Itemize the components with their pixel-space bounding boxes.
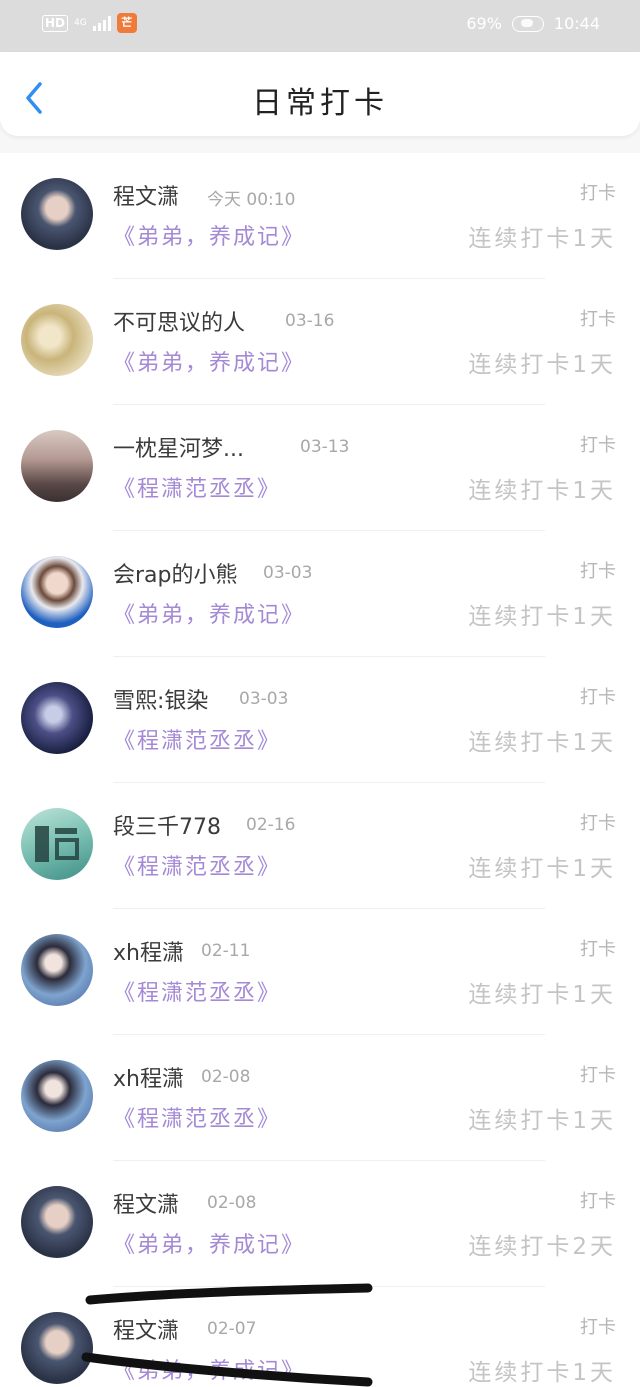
list-item[interactable]: 不可思议的人 03-16 《弟弟，养成记》 打卡 连续打卡1天 [0, 279, 640, 405]
user-name[interactable]: xh程潇 [113, 935, 184, 967]
streak-text: 连续打卡1天 [468, 856, 616, 882]
user-name[interactable]: 一枕星河梦... [113, 431, 244, 463]
clock: 10:44 [553, 14, 600, 33]
avatar[interactable] [21, 304, 93, 376]
user-name[interactable]: 不可思议的人 [113, 305, 245, 337]
hd-icon: HD [42, 14, 69, 32]
list-item[interactable]: 程文潇 今天 00:10 《弟弟，养成记》 打卡 连续打卡1天 [0, 153, 640, 279]
checkin-label: 打卡 [580, 1191, 616, 1212]
list-item[interactable]: 程文潇 02-08 《弟弟，养成记》 打卡 连续打卡2天 [0, 1161, 640, 1287]
streak-text: 连续打卡1天 [468, 478, 616, 504]
checkin-label: 打卡 [580, 435, 616, 456]
book-title[interactable]: 《程潇范丞丞》 [113, 975, 281, 1007]
post-time: 02-08 [207, 1193, 257, 1213]
checkin-list: 程文潇 今天 00:10 《弟弟，养成记》 打卡 连续打卡1天 不可思议的人 0… [0, 153, 640, 1387]
user-name[interactable]: 段三千778 [113, 809, 221, 841]
avatar[interactable] [21, 934, 93, 1006]
post-time: 02-11 [201, 941, 251, 961]
status-right: 69% 10:44 [466, 14, 600, 33]
book-title[interactable]: 《程潇范丞丞》 [113, 471, 281, 503]
book-title[interactable]: 《弟弟，养成记》 [113, 345, 305, 377]
post-time: 02-16 [246, 815, 296, 835]
post-time: 03-03 [239, 689, 289, 709]
checkin-label: 打卡 [580, 813, 616, 834]
user-name[interactable]: xh程潇 [113, 1061, 184, 1093]
checkin-label: 打卡 [580, 1065, 616, 1086]
user-name[interactable]: 程文潇 [113, 1187, 179, 1219]
user-name[interactable]: 会rap的小熊 [113, 557, 238, 589]
network-type: 4G [74, 17, 87, 28]
avatar[interactable] [21, 430, 93, 502]
avatar[interactable] [21, 808, 93, 880]
streak-text: 连续打卡1天 [468, 1108, 616, 1134]
signal-icon [92, 15, 111, 31]
checkin-label: 打卡 [580, 939, 616, 960]
avatar-glyph [35, 826, 79, 862]
avatar[interactable] [21, 682, 93, 754]
checkin-label: 打卡 [580, 309, 616, 330]
nav-bar: 日常打卡 [0, 52, 640, 136]
book-title[interactable]: 《弟弟，养成记》 [113, 1227, 305, 1259]
checkin-label: 打卡 [580, 687, 616, 708]
user-name[interactable]: 程文潇 [113, 1313, 179, 1345]
list-item[interactable]: xh程潇 02-08 《程潇范丞丞》 打卡 连续打卡1天 [0, 1035, 640, 1161]
status-bar: HD 4G 芒 69% 10:44 [0, 0, 640, 52]
checkin-label: 打卡 [580, 1317, 616, 1338]
streak-text: 连续打卡1天 [468, 226, 616, 252]
post-time: 02-07 [207, 1319, 257, 1339]
page-title: 日常打卡 [252, 86, 388, 121]
post-time: 03-13 [300, 437, 350, 457]
post-time: 03-16 [285, 311, 335, 331]
list-item[interactable]: 段三千778 02-16 《程潇范丞丞》 打卡 连续打卡1天 [0, 783, 640, 909]
streak-text: 连续打卡2天 [468, 1234, 616, 1260]
book-title[interactable]: 《程潇范丞丞》 [113, 723, 281, 755]
streak-text: 连续打卡1天 [468, 1360, 616, 1386]
post-time: 03-03 [263, 563, 313, 583]
checkin-label: 打卡 [580, 183, 616, 204]
avatar[interactable] [21, 1312, 93, 1384]
user-name[interactable]: 程文潇 [113, 179, 179, 211]
streak-text: 连续打卡1天 [468, 730, 616, 756]
list-item[interactable]: 会rap的小熊 03-03 《弟弟，养成记》 打卡 连续打卡1天 [0, 531, 640, 657]
user-name[interactable]: 雪熙:银染 [113, 683, 208, 715]
streak-text: 连续打卡1天 [468, 982, 616, 1008]
book-title[interactable]: 《程潇范丞丞》 [113, 1101, 281, 1133]
avatar[interactable] [21, 1186, 93, 1258]
streak-text: 连续打卡1天 [468, 352, 616, 378]
avatar[interactable] [21, 1060, 93, 1132]
app-notification-icon: 芒 [116, 13, 137, 33]
list-item[interactable]: xh程潇 02-11 《程潇范丞丞》 打卡 连续打卡1天 [0, 909, 640, 1035]
list-item[interactable]: 程文潇 02-07 《弟弟，养成记》 打卡 连续打卡1天 [0, 1287, 640, 1387]
book-title[interactable]: 《弟弟，养成记》 [113, 219, 305, 251]
streak-text: 连续打卡1天 [468, 604, 616, 630]
book-title[interactable]: 《弟弟，养成记》 [113, 1353, 305, 1385]
book-title[interactable]: 《弟弟，养成记》 [113, 597, 305, 629]
battery-icon [511, 15, 544, 32]
book-title[interactable]: 《程潇范丞丞》 [113, 849, 281, 881]
avatar[interactable] [21, 556, 93, 628]
battery-percent: 69% [466, 14, 502, 33]
checkin-label: 打卡 [580, 561, 616, 582]
post-time: 今天 00:10 [207, 190, 296, 210]
list-item[interactable]: 一枕星河梦... 03-13 《程潇范丞丞》 打卡 连续打卡1天 [0, 405, 640, 531]
avatar[interactable] [21, 178, 93, 250]
status-left: HD 4G 芒 [42, 13, 137, 33]
list-item[interactable]: 雪熙:银染 03-03 《程潇范丞丞》 打卡 连续打卡1天 [0, 657, 640, 783]
post-time: 02-08 [201, 1067, 251, 1087]
